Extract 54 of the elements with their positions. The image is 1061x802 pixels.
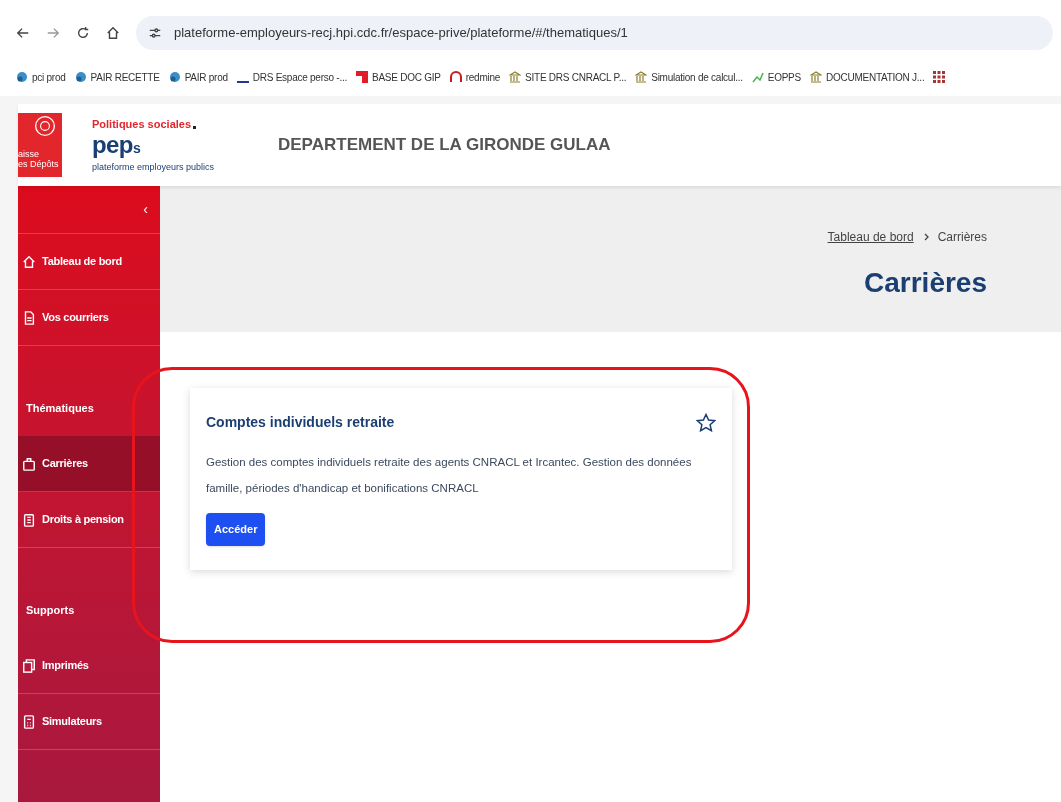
globe-icon <box>168 71 181 83</box>
document-icon <box>22 310 36 325</box>
book-icon <box>22 512 36 527</box>
bookmark[interactable]: DOCUMENTATION J... <box>809 69 925 85</box>
sidebar-section: Supports <box>18 548 160 638</box>
globe-icon <box>16 71 28 83</box>
sidebar-item[interactable]: Simulateurs <box>18 694 160 750</box>
printed-pages-icon <box>22 658 36 673</box>
bookmark[interactable]: SITE DRS CNRACL P... <box>509 69 627 85</box>
bookmark[interactable]: pci prod <box>16 69 66 85</box>
briefcase-icon <box>22 456 36 471</box>
sidebar-item[interactable]: Carrières <box>18 436 160 492</box>
bookmark[interactable]: DRS Espace perso -... <box>236 69 347 85</box>
collapse-button[interactable]: ‹ <box>143 199 148 220</box>
sidebar-item[interactable]: Droits à pension <box>18 492 160 548</box>
brand-subtitle: plateforme employeurs publics <box>92 161 216 174</box>
page-title: Carrières <box>864 266 987 300</box>
star-icon[interactable] <box>696 412 716 433</box>
organisation-name: DEPARTEMENT DE LA GIRONDE GULAA <box>278 134 611 157</box>
url-text: plateforme-employeurs-recj.hpi.cdc.fr/espace-prive/plateforme/#/thematiques/1 <box>174 24 628 43</box>
card-title: Comptes individuels retraite <box>206 413 395 432</box>
calculator-icon <box>22 714 36 729</box>
tagline: Politiques sociales <box>92 115 262 132</box>
bookmark[interactable]: redmine <box>449 69 501 85</box>
apps-grid-icon[interactable] <box>933 71 946 83</box>
back-icon[interactable] <box>16 26 30 40</box>
chart-icon <box>751 71 764 83</box>
globe-icon <box>74 71 87 83</box>
emblem-icon <box>34 115 56 137</box>
bookmark-logo-icon <box>356 71 368 83</box>
arch-icon <box>449 71 462 83</box>
forward-icon[interactable] <box>46 26 60 40</box>
sidebar-section: Thématiques <box>18 346 160 436</box>
bank-icon <box>809 71 822 83</box>
home-icon <box>106 26 120 40</box>
bookmark[interactable]: EOPPS <box>751 69 801 85</box>
bookmark[interactable]: PAIR RECETTE <box>74 69 160 85</box>
bookmark[interactable]: Simulation de calcul... <box>635 69 743 85</box>
bank-icon <box>635 71 648 83</box>
bank-icon <box>509 71 522 83</box>
logo-text: aisse <box>18 149 40 159</box>
sidebar-item[interactable]: Imprimés <box>18 638 160 694</box>
logo-text: es Dépôts <box>18 159 60 169</box>
brand-logo: peps <box>92 132 142 160</box>
reload-icon <box>76 26 90 40</box>
home-icon <box>22 254 36 269</box>
breadcrumb-current: Carrières <box>937 229 987 246</box>
site-settings-icon <box>148 26 162 40</box>
bookmark[interactable]: PAIR prod <box>168 69 228 85</box>
breadcrumb-link[interactable]: Tableau de bord <box>827 228 914 246</box>
address-bar[interactable]: plateforme-employeurs-recj.hpi.cdc.fr/espace-prive/plateforme/#/thematiques/1 <box>136 16 1053 50</box>
card-description: Gestion des comptes individuels retraite des agents CNRACL et Ircantec. Gestion des données famille, périodes d'handicap et bonifications CNRACL <box>206 455 693 496</box>
bookmark[interactable]: BASE DOC GIP <box>356 69 441 85</box>
access-button[interactable]: Accéder <box>206 513 266 546</box>
